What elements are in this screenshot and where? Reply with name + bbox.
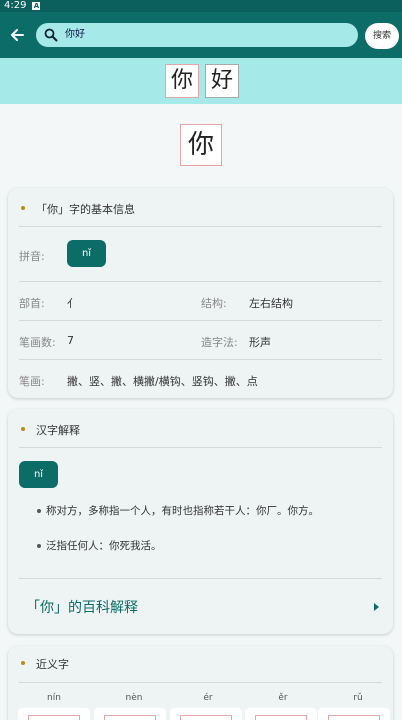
section-dot [21,661,25,665]
notification-icon: A [32,2,41,10]
synonym-pinyin: nèn [125,693,143,703]
char-banner: 你 好 [0,58,402,104]
search-button[interactable]: 搜索 [365,23,399,49]
back-button[interactable] [6,23,28,47]
definition-2: 泛指任何人：你死我活。 [46,540,162,552]
radical-value: 亻 [67,297,78,310]
status-bar: 4:29 A [0,0,402,12]
divider [19,226,382,227]
synonym-pinyin: rǔ [353,693,363,703]
baike-link[interactable]: 「你」的百科解释 [26,597,138,617]
definition-1: 称对方，多称指一个人，有时也指称若干人：你厂。你方。 [46,505,319,517]
formation-label: 造字法: [201,336,238,349]
char-grid [328,715,380,720]
synonym-char-box[interactable] [170,708,242,720]
radical-label: 部首: [19,297,45,310]
divider [19,320,382,321]
stroke-count-label: 笔画数: [19,336,56,349]
divider [19,359,382,360]
bullet [37,509,41,513]
chevron-right-icon[interactable] [374,603,379,611]
synonym-pinyin: ér [203,693,213,703]
explanation-card: 汉字解释 nǐ 称对方，多称指一个人，有时也指称若干人：你厂。你方。 泛指任何人… [8,409,393,634]
char-grid [28,715,80,720]
structure-value: 左右结构 [249,297,293,310]
stroke-count-value: 7 [67,334,74,347]
divider [19,578,382,579]
synonym-char-box[interactable] [18,708,90,720]
divider [19,682,382,683]
banner-char-2[interactable]: 好 [205,64,239,98]
synonym-char-box[interactable] [318,708,390,720]
bullet [37,544,41,548]
char-grid [180,715,232,720]
arrow-left-icon [11,29,24,41]
strokes-label: 笔画: [19,375,45,388]
structure-label: 结构: [201,297,227,310]
char-grid [104,715,156,720]
basic-info-title: 「你」字的基本信息 [36,203,135,216]
strokes-value: 撇、竖、撇、横撇/横钩、竖钩、撇、点 [67,375,258,388]
formation-value: 形声 [249,336,271,349]
explanation-pinyin-chip[interactable]: nǐ [19,461,58,488]
char-grid [255,715,307,720]
section-dot [21,427,25,431]
explanation-title: 汉字解释 [36,424,80,437]
synonym-pinyin: nín [47,693,61,703]
synonyms-card: 近义字 nín nèn ér ěr rǔ [8,646,393,720]
search-icon [44,28,58,42]
synonym-pinyin: ěr [278,693,288,703]
synonym-char-box[interactable] [245,708,317,720]
search-value[interactable]: 你好 [65,27,85,43]
divider [19,447,382,448]
section-dot [21,206,25,210]
pinyin-chip[interactable]: nǐ [67,240,106,267]
synonyms-title: 近义字 [36,658,69,671]
synonym-char-box[interactable] [94,708,166,720]
app-bar: 你好 搜索 [0,12,402,58]
divider [19,281,382,282]
status-time: 4:29 [4,0,27,11]
banner-char-1[interactable]: 你 [165,64,199,98]
selected-char: 你 [180,124,222,166]
pinyin-label: 拼音: [19,250,45,263]
search-input[interactable]: 你好 [36,23,358,47]
basic-info-card: 「你」字的基本信息 拼音: nǐ 部首: 亻 结构: 左右结构 笔画数: 7 造… [8,188,393,398]
